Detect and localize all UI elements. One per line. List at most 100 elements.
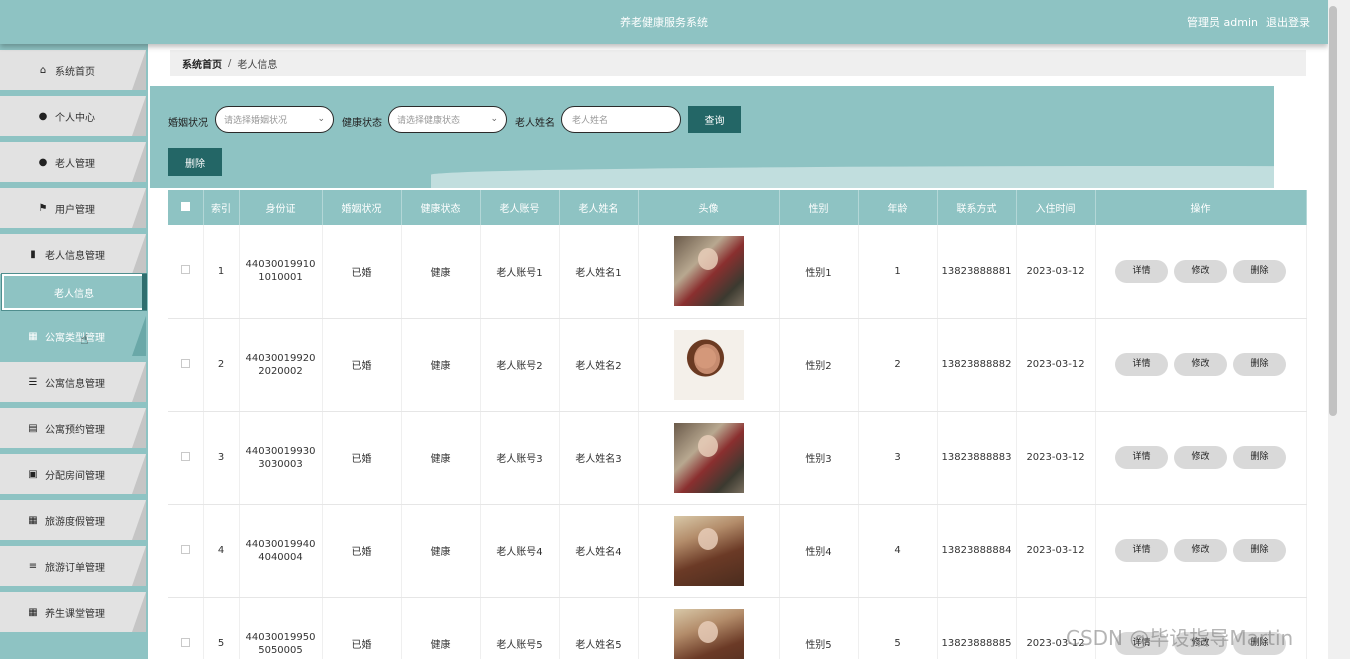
table-row[interactable]: 1 44030019910 1010001 已婚 健康 老人账号1 老人姓名1 性别1 1 138…: [168, 225, 1307, 319]
avatar-image[interactable]: [673, 236, 744, 307]
sidebar-item-2[interactable]: ● 老人管理: [0, 142, 146, 182]
clipboard-check-icon: ▣: [28, 468, 38, 480]
table-row[interactable]: 3 44030019930 3030003 已婚 健康 老人账号3 老人姓名3 性别3 3 138…: [168, 411, 1307, 505]
sidebar-item-0[interactable]: ⌂ 系统首页: [0, 50, 146, 90]
sidebar-item-4[interactable]: ▮ 老人信息管理: [0, 234, 146, 274]
actions-cell: 详情 修改 删除: [1095, 318, 1307, 412]
bulb-icon: ●: [38, 156, 48, 168]
row-select-cell[interactable]: [168, 597, 204, 659]
health-cell: 健康: [401, 225, 481, 319]
batch-delete-button[interactable]: 删除: [168, 148, 222, 176]
query-button[interactable]: 查询: [688, 106, 741, 133]
detail-button[interactable]: 详情: [1115, 353, 1168, 376]
phone-cell: 13823888882: [937, 318, 1017, 412]
id-card-line-2: 5050005: [258, 644, 303, 656]
avatar-image[interactable]: [673, 608, 744, 659]
sidebar-item-label: 公寓预约管理: [45, 424, 105, 436]
app-title: 养老健康服务系统: [620, 16, 708, 29]
select-all-checkbox[interactable]: [180, 201, 190, 211]
health-cell: 健康: [401, 318, 481, 412]
edit-button[interactable]: 修改: [1174, 259, 1227, 283]
clipboard-icon: ▤: [28, 422, 38, 434]
age-cell: 2: [858, 318, 938, 412]
table-row[interactable]: 2 44030019920 2020002 已婚 健康 老人账号2 老人姓名2 性别2 2 138…: [168, 318, 1307, 412]
delete-button[interactable]: 删除: [1233, 539, 1286, 562]
scrollbar-thumb[interactable]: [1329, 6, 1337, 416]
gender-cell: 性别2: [779, 318, 859, 412]
row-checkbox[interactable]: [180, 358, 190, 368]
delete-button[interactable]: 删除: [1233, 353, 1286, 376]
row-checkbox[interactable]: [180, 451, 190, 461]
health-select[interactable]: 请选择健康状态 ⌄: [388, 106, 507, 133]
row-checkbox[interactable]: [180, 265, 190, 275]
name-search-input[interactable]: 老人姓名: [561, 106, 681, 133]
row-checkbox[interactable]: [180, 637, 190, 647]
avatar-image[interactable]: [673, 329, 744, 400]
list-icon: ≡: [28, 560, 38, 572]
row-select-cell[interactable]: [168, 225, 204, 319]
logout-link[interactable]: 退出登录: [1266, 14, 1310, 30]
detail-button[interactable]: 详情: [1115, 539, 1168, 562]
checkin-cell: 2023-03-12: [1016, 318, 1096, 412]
health-label: 健康状态: [342, 118, 382, 129]
breadcrumb-home[interactable]: 系统首页: [182, 56, 222, 71]
account-cell: 老人账号4: [480, 504, 560, 598]
account-cell: 老人账号2: [480, 318, 560, 412]
gender-cell: 性别5: [779, 597, 859, 659]
detail-button[interactable]: 详情: [1115, 446, 1168, 469]
sidebar-item-3[interactable]: ⚑ 用户管理: [0, 188, 146, 228]
delete-button[interactable]: 删除: [1233, 446, 1286, 469]
sidebar-item-6[interactable]: ☰ 公寓信息管理: [0, 362, 146, 402]
column-header: 健康状态: [401, 190, 481, 225]
sidebar-item-5[interactable]: ▦ 公寓类型管理: [0, 316, 146, 356]
column-header: 年龄: [858, 190, 938, 225]
avatar-image[interactable]: [673, 515, 744, 586]
grid-icon: ▦: [28, 514, 38, 526]
sidebar-item-10[interactable]: ≡ 旅游订单管理: [0, 546, 146, 586]
edit-button[interactable]: 修改: [1174, 539, 1227, 562]
gender-cell: 性别3: [779, 411, 859, 505]
column-header: 婚姻状况: [322, 190, 402, 225]
sidebar-item-9[interactable]: ▦ 旅游度假管理: [0, 500, 146, 540]
gender-cell: 性别1: [779, 225, 859, 319]
table-row[interactable]: 4 44030019940 4040004 已婚 健康 老人账号4 老人姓名4 性别4 4 138…: [168, 504, 1307, 598]
sidebar-item-7[interactable]: ▤ 公寓预约管理: [0, 408, 146, 448]
avatar-image[interactable]: [673, 422, 744, 493]
sidebar-item-8[interactable]: ▣ 分配房间管理: [0, 454, 146, 494]
row-checkbox[interactable]: [180, 544, 190, 554]
delete-button[interactable]: 删除: [1233, 259, 1286, 283]
filter-panel: [150, 86, 1350, 188]
marital-cell: 已婚: [322, 504, 402, 598]
row-select-cell[interactable]: [168, 318, 204, 412]
name-label: 老人姓名: [515, 118, 555, 129]
index-cell: 4: [203, 504, 240, 598]
breadcrumb-separator: /: [228, 57, 232, 69]
sidebar-item-1[interactable]: ● 个人中心: [0, 96, 146, 136]
edit-button[interactable]: 修改: [1174, 353, 1227, 376]
grid-icon: ▦: [28, 330, 38, 342]
name-cell: 老人姓名3: [559, 411, 639, 505]
flag-icon: ⚑: [38, 202, 48, 214]
chevron-down-icon: ⌄: [490, 114, 498, 124]
index-cell: 5: [203, 597, 240, 659]
select-all-header[interactable]: [168, 190, 204, 225]
sidebar-item-label: 旅游度假管理: [45, 516, 105, 528]
health-cell: 健康: [401, 504, 481, 598]
column-header: 老人账号: [480, 190, 560, 225]
home-icon: ⌂: [39, 64, 47, 76]
actions-cell: 详情 修改 删除: [1095, 504, 1307, 598]
detail-button[interactable]: 详情: [1115, 259, 1168, 283]
marital-select[interactable]: 请选择婚姻状况 ⌄: [215, 106, 334, 133]
sidebar-item-11[interactable]: ▦ 养生课堂管理: [0, 592, 146, 632]
row-select-cell[interactable]: [168, 411, 204, 505]
edit-button[interactable]: 修改: [1174, 446, 1227, 469]
sidebar-subitem-elder-info[interactable]: 老人信息: [1, 273, 147, 311]
phone-cell: 13823888881: [937, 225, 1017, 319]
row-select-cell[interactable]: [168, 504, 204, 598]
name-cell: 老人姓名2: [559, 318, 639, 412]
sidebar-item-label: 老人管理: [55, 158, 95, 170]
name-cell: 老人姓名4: [559, 504, 639, 598]
page-scrollbar[interactable]: [1328, 0, 1350, 659]
id-card-line-2: 3030003: [258, 458, 303, 470]
mouse-pointer-icon: ☝: [80, 332, 89, 348]
